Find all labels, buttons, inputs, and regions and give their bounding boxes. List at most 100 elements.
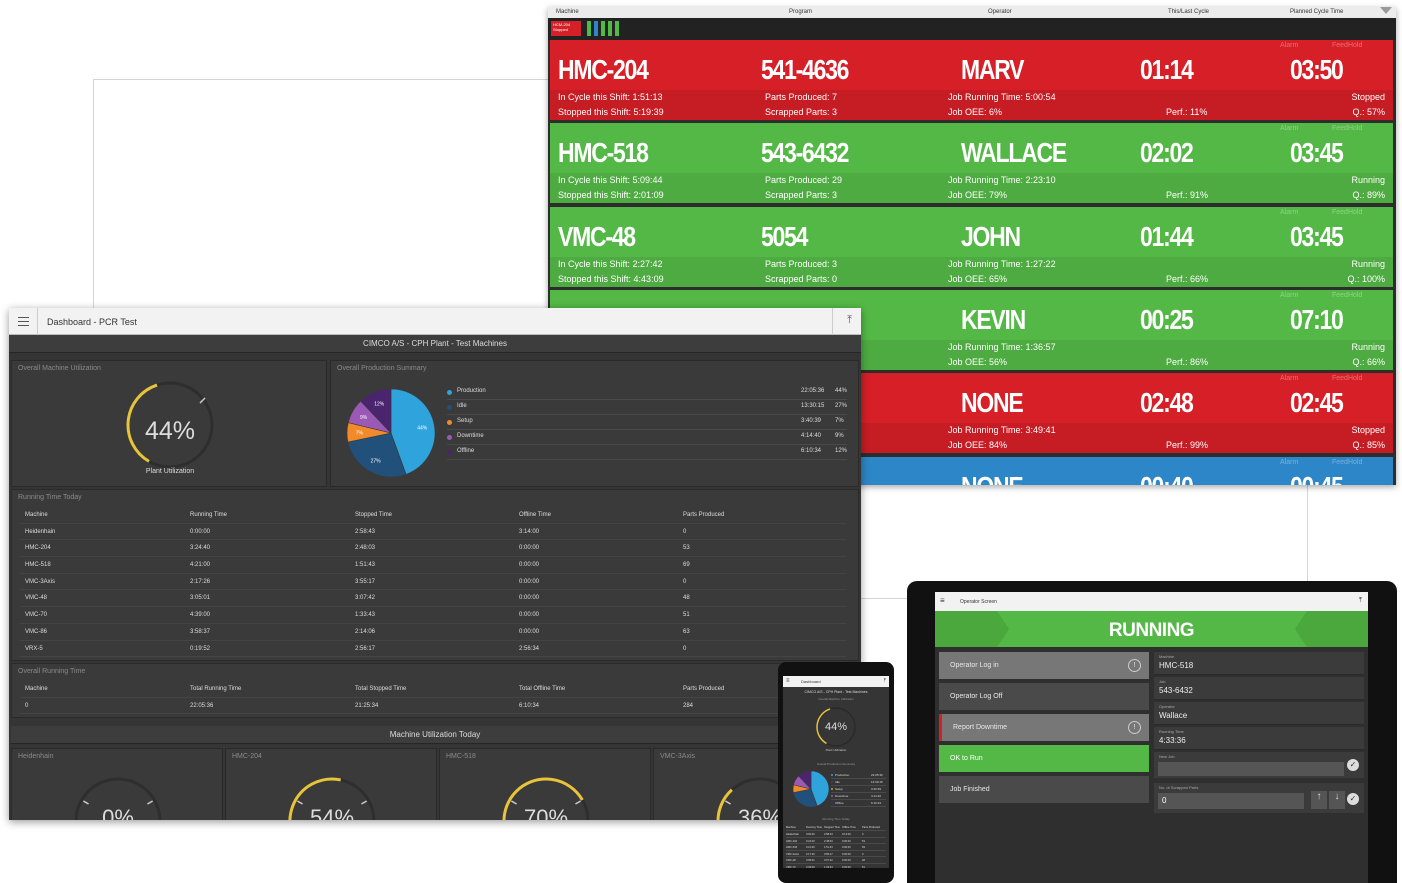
table-cell: 0:00:00 [842,859,851,862]
table-row[interactable]: Heidenhain 0:00:00 2:58:43 3:14:00 0 [20,524,846,541]
new-job-input[interactable] [1158,762,1344,776]
decrement-icon[interactable]: ↓ [1329,791,1345,809]
operator-logoff-button[interactable]: Operator Log Off [939,683,1149,710]
legend-name: Idle [835,780,840,784]
table-row[interactable]: VMC-86 3:58:37 2:14:06 0:00:00 63 [20,624,846,641]
legend-dot [447,405,452,410]
mini-machine-tile[interactable]: HCM-204 Stopped [551,21,581,36]
increment-icon[interactable]: ↑ [1311,791,1327,809]
mini-bar[interactable] [601,21,605,36]
phone-subtitle: CIMCO A/S - CPH Plant - Test Machines [804,690,868,694]
table-row[interactable]: VMC-70 4:39:00 1:33:43 0:00:00 51 [20,607,846,624]
table-cell: 63 [683,628,690,635]
table-row[interactable]: VMC-48 3:05:01 3:07:42 0:00:00 48 [20,590,846,608]
export-icon[interactable]: ⤒ [847,314,852,327]
table-row[interactable]: VRX-5 0:19:52 2:56:17 2:56:34 0 [20,641,846,658]
table-cell: 3:24:40 [190,545,211,552]
alarm-tag: Alarm [1280,42,1299,49]
row-planned: 02:45 [1290,387,1344,419]
table-row[interactable]: 0 22:05:36 21:25:34 6:10:34 284 [20,698,846,715]
operator-login-label: Operator Log in [950,662,999,669]
table-cell: 0:00:00 [842,865,851,869]
table-cell: 4:39:00 [806,865,815,869]
operator-field-label: Operator [1159,704,1175,709]
row-scrapped: Scrapped Parts: 0 [765,273,838,284]
dropdown-icon[interactable] [1380,7,1392,14]
mini-bar[interactable] [587,21,591,36]
mini-bar[interactable] [615,21,619,36]
job-field-label: Job [1159,679,1166,684]
legend-dot [831,781,833,783]
legend-item[interactable]: Setup 3:40:39 7% [447,415,847,430]
legend-item[interactable]: Offline 6:10:34 12% [447,445,847,460]
table-cell: 0:00:00 [806,833,815,836]
table-cell: VMC-70 [786,865,796,869]
table-cell: Heidenhain [786,833,800,836]
phone-screen: ≡ Dashboard ⤒ CIMCO A/S - CPH Plant - Te… [783,676,889,868]
column-header: Stopped Time [355,512,393,518]
phone-legend: Production 22:05:36 Idle 13:30:15 Setup 3:40:… [831,772,886,807]
scrapped-parts-input[interactable]: 0 [1158,793,1304,809]
feedhold-tag: FeedHold [1332,42,1363,49]
row-produced: Parts Produced: 7 [765,92,838,102]
dashboard-window: Dashboard - PCR Test ⤒ CIMCO A/S - CPH P… [9,308,861,820]
row-planned: 03:45 [1290,220,1344,252]
table-cell: 48 [862,859,865,862]
ok-to-run-button[interactable]: OK to Run [939,745,1149,772]
running-time-table: Machine Running Time Stopped Time Offline T… [20,507,846,658]
running-time-field-label: Running Time [1159,729,1184,734]
legend-item[interactable]: Idle 13:30:15 27% [447,400,847,415]
table-row[interactable]: VMC-3Axis 2:17:26 3:55:17 0:00:00 0 [20,574,846,591]
report-downtime-button[interactable]: Report Downtime! [939,714,1149,741]
table-cell: 2:48:03 [824,839,833,843]
table-cell: 3:24:40 [806,839,815,843]
confirm-icon[interactable]: ✓ [1347,793,1359,805]
mini-bar[interactable] [608,21,612,36]
table-row[interactable]: HMC-518 4:21:00 1:51:43 0:00:00 69 [20,557,846,574]
phone-running-table: Machine Running Time Stopped Time Offline T… [786,824,886,868]
phone-export-icon[interactable]: ⤒ [884,678,886,684]
row-job-running: Job Running Time: 5:00:54 [948,92,1056,102]
legend-name: Idle [457,403,467,409]
phone-util-value: 44% [824,721,848,733]
table-row[interactable]: HMC-204 3:24:40 2:48:03 0:00:00 53 [20,540,846,558]
table-cell: 0 [25,702,29,709]
row-stopped: Stopped this Shift: 4:43:09 [558,273,664,284]
board-col-planned: Planned Cycle Time [1290,9,1344,15]
feedhold-tag: FeedHold [1332,375,1363,383]
table-cell: 0:19:52 [190,645,211,652]
machine-row[interactable]: Alarm FeedHold VMC-48 5054 JOHN 01:44 03:45 In … [550,206,1393,287]
pie-label: 27% [371,459,382,465]
row-status: Running [1351,258,1385,269]
legend-item[interactable]: Downtime 4:14:40 9% [447,430,847,445]
table-cell: 69 [683,562,690,569]
table-cell: 2:17:26 [190,578,211,585]
column-header: Running Time [806,826,823,829]
phone-legend-item: Downtime 4:14:40 [831,793,886,800]
machine-row[interactable]: Alarm FeedHold HMC-204 541-4636 MARV 01:14 03:… [550,40,1393,120]
scrapped-parts-label: No. of Scrapped Parts [1159,785,1199,790]
feedhold-tag: FeedHold [1332,458,1363,466]
row-operator: KEVIN [961,303,1026,335]
legend-time: 13:30:15 [871,780,883,784]
machine-row[interactable]: Alarm FeedHold HMC-518 543-6432 WALLACE 02:02… [550,123,1393,204]
phone-menu-icon[interactable]: ≡ [786,678,790,684]
job-finished-button[interactable]: Job Finished [939,776,1149,803]
tablet-menu-icon[interactable]: ≡ [940,596,945,605]
table-cell: 2:14:06 [355,628,376,635]
confirm-icon[interactable]: ✓ [1347,759,1359,771]
table-cell: 69 [862,846,865,849]
row-job-running: Job Running Time: 3:49:41 [948,425,1056,436]
legend-name: Production [457,388,486,394]
row-in-cycle: In Cycle this Shift: 5:09:44 [558,175,663,186]
table-cell: 1:51:43 [824,846,833,849]
operator-login-button[interactable]: Operator Log in! [939,652,1149,679]
mini-bar[interactable] [594,21,598,36]
board-col-operator: Operator [988,9,1012,15]
legend-item[interactable]: Production 22:05:36 44% [447,385,847,400]
legend-dot [447,390,452,395]
machine-utilization-tile: Heidenhain 0% [11,748,223,820]
tablet-export-icon[interactable]: ⤒ [1359,597,1362,605]
menu-icon[interactable] [18,317,29,326]
row-job-oee: Job OEE: 84% [948,440,1008,451]
